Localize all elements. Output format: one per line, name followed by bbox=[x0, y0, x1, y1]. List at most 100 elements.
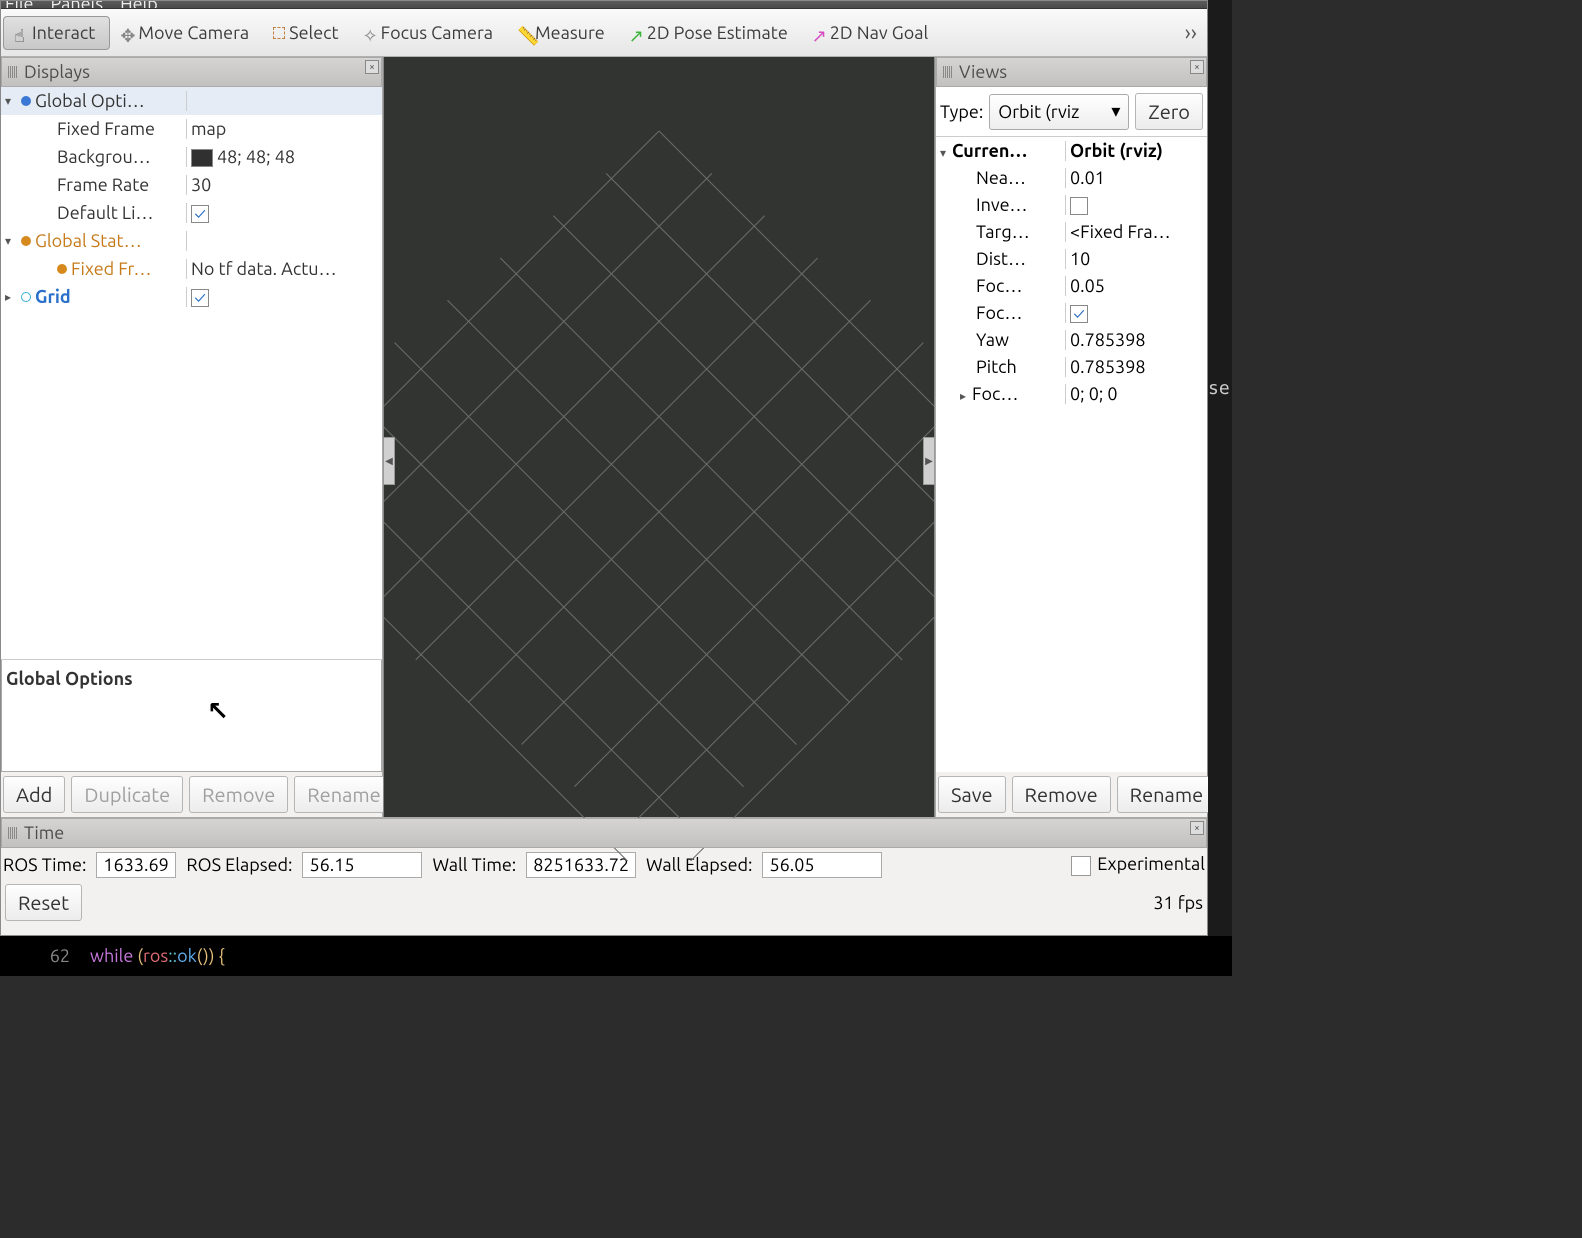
toolbar: ☝Interact ✥Move Camera Select ✧Focus Cam… bbox=[1, 9, 1207, 57]
tree-global-status[interactable]: ▾Global Stat… bbox=[1, 227, 382, 255]
grip-icon bbox=[943, 66, 953, 78]
remove-button[interactable]: Remove bbox=[189, 776, 288, 813]
view-focal[interactable]: Foc…0.05 bbox=[936, 272, 1207, 299]
toolbar-overflow[interactable]: ›› bbox=[1177, 20, 1205, 45]
code-editor[interactable]: 62 while (ros::ok()) { bbox=[0, 936, 1232, 976]
rviz-window: File Panels Help ☝Interact ✥Move Camera … bbox=[0, 0, 1208, 936]
view-save-button[interactable]: Save bbox=[938, 776, 1006, 813]
menu-panels[interactable]: Panels bbox=[50, 1, 103, 9]
tool-move-camera[interactable]: ✥Move Camera bbox=[110, 17, 263, 49]
move-icon: ✥ bbox=[120, 26, 134, 40]
time-header[interactable]: Time × bbox=[1, 818, 1207, 848]
warn-dot-icon bbox=[57, 264, 67, 274]
ros-elapsed-label: ROS Elapsed: bbox=[186, 855, 292, 875]
tree-fixed-frame-status[interactable]: Fixed Fr…No tf data. Actu… bbox=[1, 255, 382, 283]
displays-panel: Displays × ▾Global Opti… Fixed Framemap … bbox=[1, 57, 383, 817]
time-panel: Time × ROS Time: 1633.69 ROS Elapsed: 56… bbox=[1, 817, 1207, 925]
checkbox-checked-icon[interactable]: ✓ bbox=[191, 205, 209, 223]
experimental-label: Experimental bbox=[1097, 854, 1205, 874]
tree-default-light[interactable]: Default Li…✓ bbox=[1, 199, 382, 227]
ros-time-label: ROS Time: bbox=[3, 855, 86, 875]
view-rename-button[interactable]: Rename bbox=[1117, 776, 1216, 813]
displays-title: Displays bbox=[24, 62, 90, 82]
view-invert[interactable]: Inve…✓ bbox=[936, 191, 1207, 218]
tree-grid[interactable]: ▸Grid✓ bbox=[1, 283, 382, 311]
tool-measure[interactable]: 📏Measure bbox=[507, 17, 619, 49]
displays-header[interactable]: Displays × bbox=[1, 57, 382, 87]
type-combo[interactable]: Orbit (rviz▾ bbox=[989, 94, 1129, 130]
tree-frame-rate[interactable]: Frame Rate30 bbox=[1, 171, 382, 199]
ros-time-field[interactable]: 1633.69 bbox=[96, 852, 176, 878]
tool-interact[interactable]: ☝Interact bbox=[3, 16, 110, 50]
time-bottom: Reset 31 fps bbox=[1, 882, 1207, 925]
measure-icon: 📏 bbox=[517, 26, 531, 40]
views-panel: Views × Type: Orbit (rviz▾ Zero ▾Curren…… bbox=[935, 57, 1207, 817]
checkbox-checked-icon[interactable]: ✓ bbox=[1070, 305, 1088, 323]
tool-focus-camera[interactable]: ✧Focus Camera bbox=[353, 17, 507, 49]
tree-background[interactable]: Backgrou…48; 48; 48 bbox=[1, 143, 382, 171]
grid-dot-icon bbox=[21, 292, 31, 302]
view-target[interactable]: Targ…<Fixed Fra… bbox=[936, 218, 1207, 245]
code-line: while (ros::ok()) { bbox=[90, 946, 224, 966]
view-focal2[interactable]: Foc…✓ bbox=[936, 299, 1207, 326]
menu-file[interactable]: File bbox=[5, 1, 34, 9]
rename-button[interactable]: Rename bbox=[294, 776, 393, 813]
grip-icon bbox=[8, 827, 18, 839]
zero-button[interactable]: Zero bbox=[1135, 93, 1203, 130]
close-icon[interactable]: × bbox=[1190, 60, 1204, 74]
displays-buttons: Add Duplicate Remove Rename bbox=[1, 772, 382, 817]
tree-global-options[interactable]: ▾Global Opti… bbox=[1, 87, 382, 115]
duplicate-button[interactable]: Duplicate bbox=[71, 776, 183, 813]
views-type-row: Type: Orbit (rviz▾ Zero bbox=[936, 87, 1207, 137]
type-label: Type: bbox=[940, 102, 983, 122]
view-current[interactable]: ▾Curren…Orbit (rviz) bbox=[936, 137, 1207, 164]
add-button[interactable]: Add bbox=[3, 776, 65, 813]
blue-dot-icon bbox=[21, 96, 31, 106]
views-buttons: Save Remove Rename bbox=[936, 772, 1207, 817]
views-tree[interactable]: ▾Curren…Orbit (rviz) Nea…0.01 Inve…✓ Tar… bbox=[936, 137, 1207, 772]
chevron-down-icon: ▾ bbox=[1111, 101, 1120, 122]
color-swatch[interactable] bbox=[191, 149, 213, 167]
tree-fixed-frame[interactable]: Fixed Framemap bbox=[1, 115, 382, 143]
time-title: Time bbox=[24, 823, 64, 843]
views-header[interactable]: Views × bbox=[936, 57, 1207, 87]
view-distance[interactable]: Dist…10 bbox=[936, 245, 1207, 272]
focus-icon: ✧ bbox=[363, 26, 377, 40]
reset-button[interactable]: Reset bbox=[5, 884, 82, 921]
grid-svg bbox=[384, 57, 934, 861]
checkbox-empty-icon[interactable]: ✓ bbox=[1070, 197, 1088, 215]
hand-icon: ☝ bbox=[14, 26, 28, 40]
tool-2d-pose[interactable]: ↗2D Pose Estimate bbox=[619, 17, 802, 49]
view-near[interactable]: Nea…0.01 bbox=[936, 164, 1207, 191]
grip-icon bbox=[8, 66, 18, 78]
view-focus[interactable]: ▸Foc…0; 0; 0 bbox=[936, 380, 1207, 407]
menu-help[interactable]: Help bbox=[120, 1, 158, 9]
cursor-icon: ↖ bbox=[207, 696, 229, 727]
arrow-green-icon: ↗ bbox=[629, 26, 643, 40]
main-area: Displays × ▾Global Opti… Fixed Framemap … bbox=[1, 57, 1207, 817]
menubar: File Panels Help bbox=[1, 1, 1207, 9]
select-icon bbox=[273, 27, 285, 39]
fps-label: 31 fps bbox=[1153, 893, 1203, 913]
experimental-checkbox[interactable] bbox=[1071, 856, 1091, 876]
arrow-pink-icon: ↗ bbox=[812, 26, 826, 40]
line-number: 62 bbox=[0, 946, 90, 966]
view-yaw[interactable]: Yaw0.785398 bbox=[936, 326, 1207, 353]
partial-text: se bbox=[1208, 378, 1230, 399]
tool-select[interactable]: Select bbox=[263, 17, 352, 49]
views-title: Views bbox=[959, 62, 1007, 82]
view-pitch[interactable]: Pitch0.785398 bbox=[936, 353, 1207, 380]
collapse-left-icon[interactable]: ◀ bbox=[383, 437, 395, 485]
collapse-right-icon[interactable]: ▶ bbox=[923, 437, 935, 485]
tool-2d-nav[interactable]: ↗2D Nav Goal bbox=[802, 17, 942, 49]
description-title: Global Options bbox=[6, 669, 133, 689]
close-icon[interactable]: × bbox=[365, 60, 379, 74]
view-remove-button[interactable]: Remove bbox=[1012, 776, 1111, 813]
displays-tree[interactable]: ▾Global Opti… Fixed Framemap Backgrou…48… bbox=[1, 87, 382, 660]
close-icon[interactable]: × bbox=[1190, 821, 1204, 835]
3d-viewport[interactable]: ◀ ▶ bbox=[383, 57, 935, 817]
warn-dot-icon bbox=[21, 236, 31, 246]
side-terminal bbox=[1208, 0, 1232, 936]
description-box: Global Options ↖ bbox=[1, 660, 382, 772]
checkbox-checked-icon[interactable]: ✓ bbox=[191, 289, 209, 307]
